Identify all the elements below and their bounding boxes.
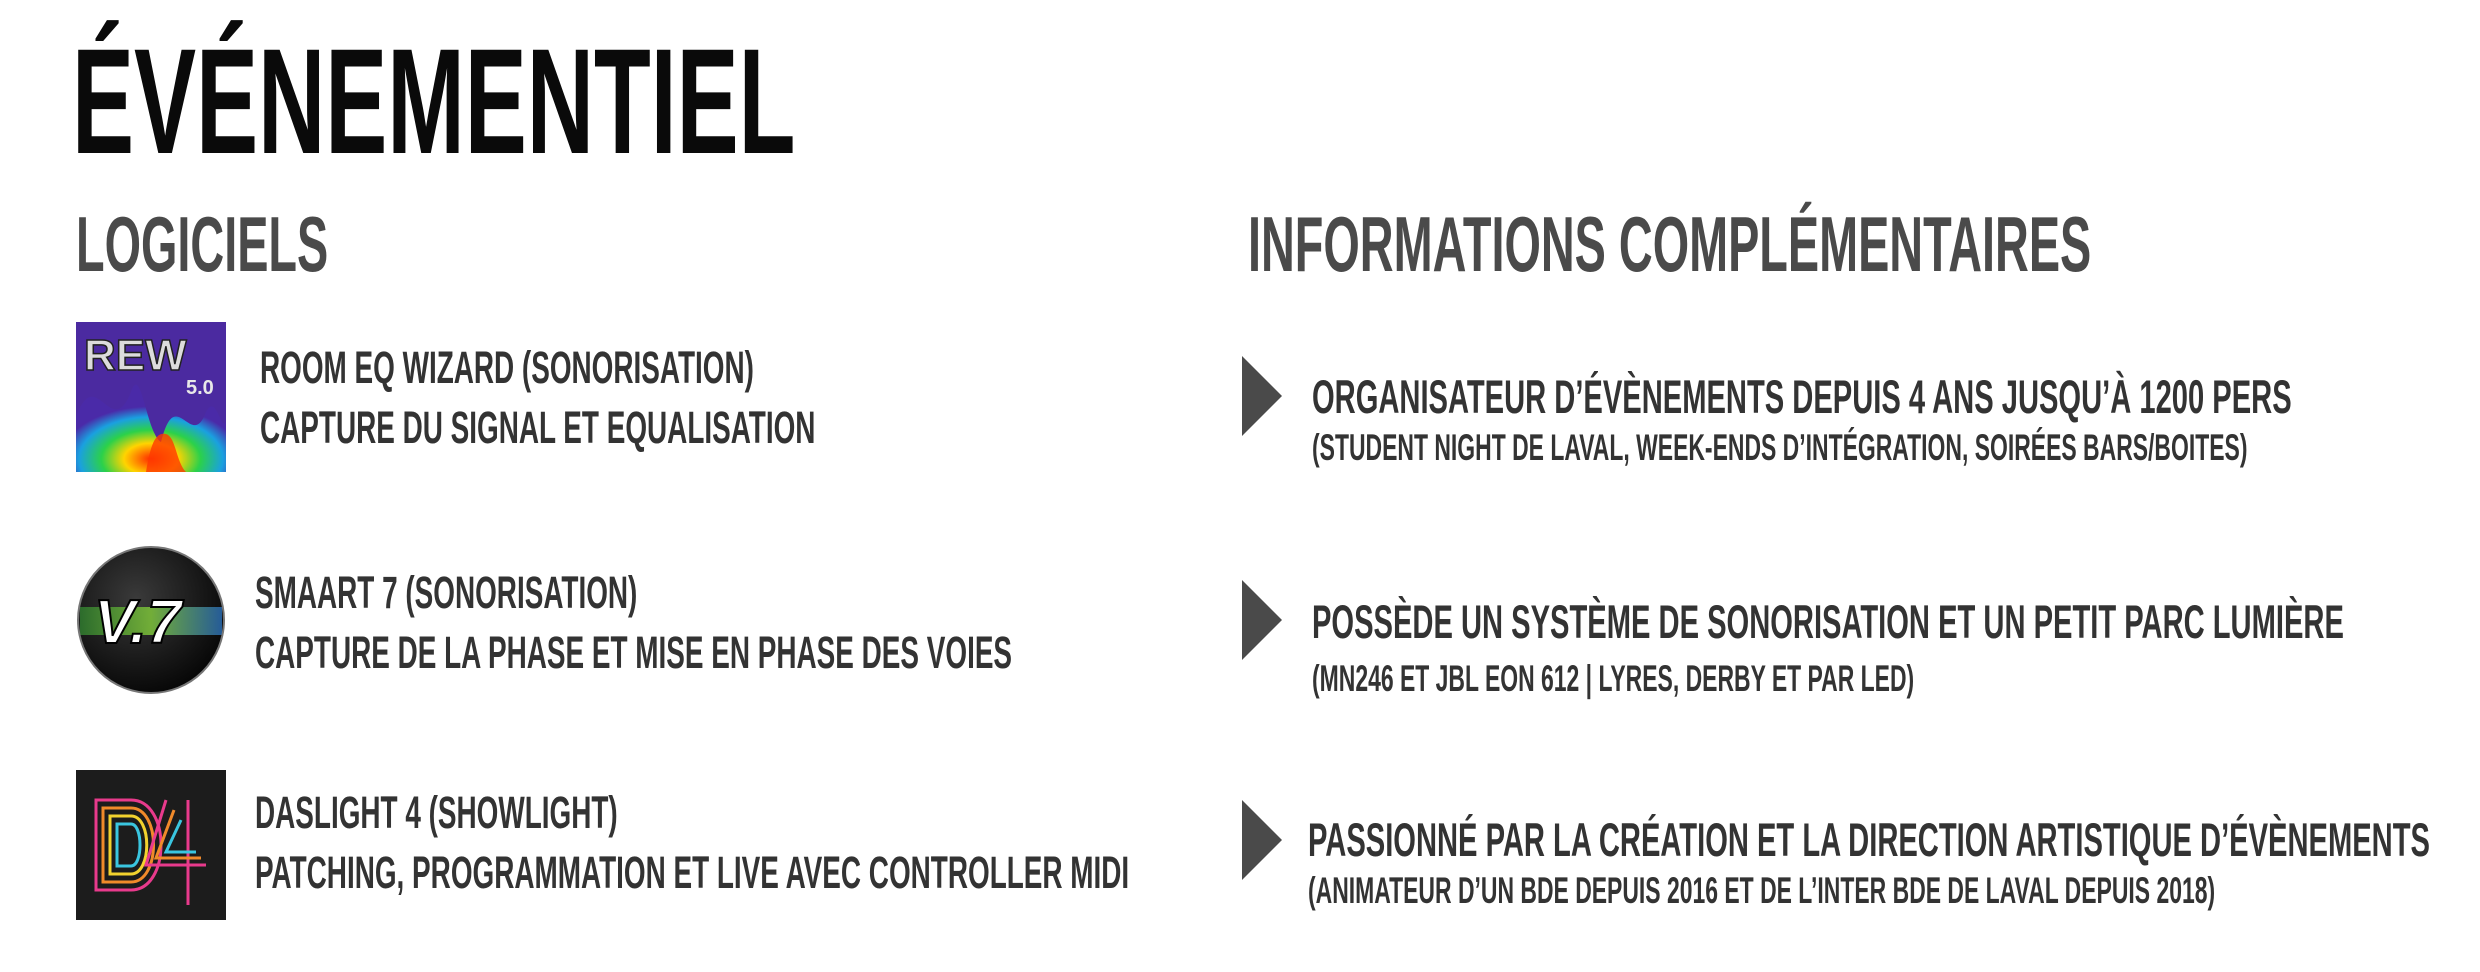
software-description: CAPTURE DE LA PHASE ET MISE EN PHASE DES… [255,627,1013,678]
info-sub-text: (MN246 ET JBL EON 612 | LYRES, DERBY ET … [1312,658,1915,699]
info-main-text: PASSIONNÉ PAR LA CRÉATION ET LA DIRECTIO… [1308,813,2430,866]
info-sub-text: (STUDENT NIGHT DE LAVAL, WEEK-ENDS D’INT… [1312,427,2248,468]
daslight-icon: D4 [76,770,226,920]
arrow-right-icon [1242,356,1282,436]
info-main-text: ORGANISATEUR D’ÉVÈNEMENTS DEPUIS 4 ANS J… [1312,370,2292,423]
software-item-rew: ROOM EQ WIZARD (SONORISATION) CAPTURE DU… [260,345,1156,465]
arrow-right-icon [1242,800,1282,880]
software-description: CAPTURE DU SIGNAL ET EQUALISATION [260,402,816,453]
rew-icon: REW 5.0 [76,322,226,472]
software-heading: LOGICIELS [76,200,329,288]
software-item-smaart: SMAART 7 (SONORISATION) CAPTURE DE LA PH… [255,570,1476,690]
software-name: ROOM EQ WIZARD (SONORISATION) [260,342,754,393]
page-title: ÉVÉNEMENTIEL [72,17,796,185]
svg-text:5.0: 5.0 [186,377,214,399]
info-main-text: POSSÈDE UN SYSTÈME DE SONORISATION ET UN… [1312,595,2344,648]
smaart-icon: V.7 [76,545,226,695]
svg-text:REW: REW [84,331,187,380]
svg-text:V.7: V.7 [94,588,184,657]
software-name: SMAART 7 (SONORISATION) [255,567,638,618]
arrow-right-icon [1242,580,1282,660]
info-heading: INFORMATIONS COMPLÉMENTAIRES [1248,200,2092,288]
info-sub-text: (ANIMATEUR D’UN BDE DEPUIS 2016 ET DE L’… [1308,870,2216,911]
